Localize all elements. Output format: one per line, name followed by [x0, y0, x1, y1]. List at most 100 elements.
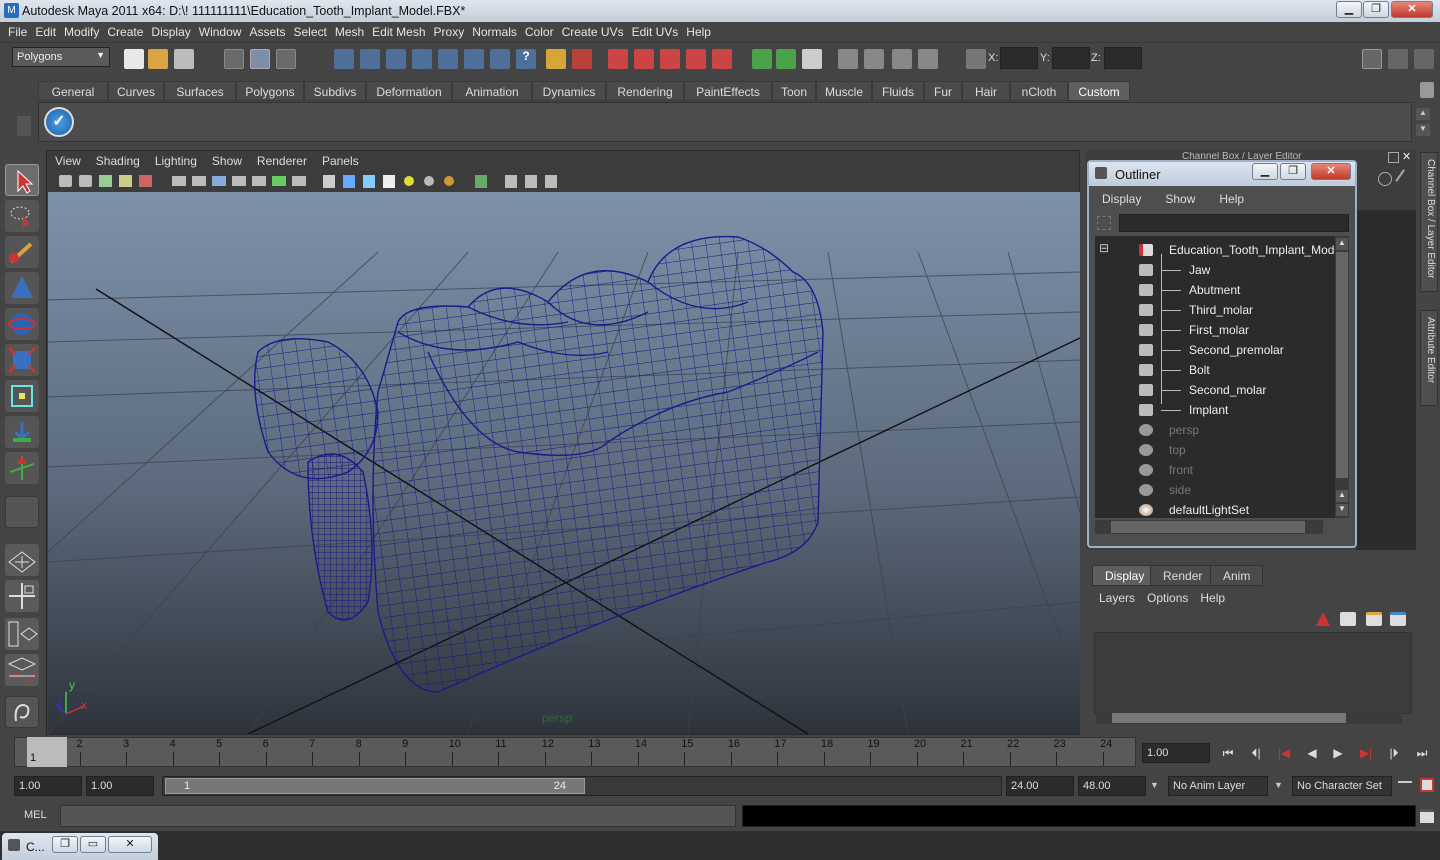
rename-icon[interactable]	[776, 49, 796, 69]
select-tool-icon[interactable]	[5, 164, 39, 196]
shelf-tab-fur[interactable]: Fur	[924, 81, 962, 101]
viewport-toolbar-icons[interactable]	[47, 171, 567, 191]
scene-canvas[interactable]	[48, 192, 1080, 734]
step-back-frame-icon[interactable]: ⏴|	[1246, 743, 1266, 763]
shelf-tab-hair[interactable]: Hair	[962, 81, 1010, 101]
menu-mesh[interactable]: Mesh	[331, 22, 368, 39]
minimized-maximize-button[interactable]: ▭	[80, 836, 106, 853]
shelf-tab-curves[interactable]: Curves	[108, 81, 164, 101]
minimize-button[interactable]: ▁	[1336, 1, 1362, 18]
outliner-vscroll-up-icon[interactable]: ▲	[1336, 238, 1348, 250]
hypershade-icon[interactable]	[686, 49, 706, 69]
maximize-button[interactable]: ❐	[1363, 1, 1389, 18]
outliner-row[interactable]: Bolt	[1095, 360, 1335, 380]
outliner-row[interactable]: First_molar	[1095, 320, 1335, 340]
menu-edit[interactable]: Edit	[31, 22, 60, 39]
input-line-icon[interactable]	[752, 49, 772, 69]
menu-modify[interactable]: Modify	[60, 22, 103, 39]
layer-tab-render[interactable]: Render	[1150, 565, 1216, 586]
menu-normals[interactable]: Normals	[468, 22, 521, 39]
viewport-menu-view[interactable]: View	[47, 151, 88, 168]
shelf-tab-custom[interactable]: Custom	[1068, 81, 1130, 101]
close-button[interactable]: ✕	[1391, 1, 1433, 18]
outliner-close-button[interactable]: ✕	[1311, 163, 1351, 180]
start-time-field[interactable]: 1.00	[14, 776, 82, 796]
outliner-hscroll[interactable]	[1095, 520, 1323, 534]
shelf-check-icon[interactable]: ✓	[44, 107, 74, 137]
render-settings-icon[interactable]	[660, 49, 680, 69]
soft-mod-icon[interactable]	[5, 416, 39, 448]
outliner-row[interactable]: Abutment	[1095, 280, 1335, 300]
pen-icon[interactable]	[1395, 169, 1415, 189]
ruler-icon[interactable]	[918, 49, 938, 69]
sculpt-icon[interactable]	[864, 49, 884, 69]
outliner-minimize-button[interactable]: ▁	[1252, 163, 1278, 180]
y-field[interactable]	[1052, 47, 1090, 69]
menu-select[interactable]: Select	[289, 22, 330, 39]
outliner-row[interactable]: Second_premolar	[1095, 340, 1335, 360]
anim-layer-select[interactable]: No Anim Layer	[1168, 776, 1268, 796]
shelf-tab-deformation[interactable]: Deformation	[366, 81, 452, 101]
menu-window[interactable]: Window	[195, 22, 246, 39]
step-forward-frame-icon[interactable]: |⏵	[1384, 743, 1404, 763]
menu-create[interactable]: Create	[103, 22, 147, 39]
shelf-tab-painteffects[interactable]: PaintEffects	[684, 81, 772, 101]
menu-color[interactable]: Color	[521, 22, 558, 39]
viewport-menu-lighting[interactable]: Lighting	[147, 151, 204, 168]
shelf-tab-dynamics[interactable]: Dynamics	[532, 81, 606, 101]
end-time-field[interactable]: 48.00	[1078, 776, 1146, 796]
last-tool-icon[interactable]	[5, 496, 39, 528]
menu-proxy[interactable]: Proxy	[430, 22, 469, 39]
menu-display[interactable]: Display	[147, 22, 194, 39]
outliner-filter-icon[interactable]	[1097, 216, 1111, 230]
layer-menu-help[interactable]: Help	[1194, 589, 1231, 605]
lasso-tool-icon[interactable]	[5, 200, 39, 232]
viewport-menu-renderer[interactable]: Renderer	[249, 151, 314, 168]
viewport-menu-show[interactable]: Show	[204, 151, 249, 168]
shelf-tab-polygons[interactable]: Polygons	[236, 81, 304, 101]
shelf-scroll-down-icon[interactable]: ▼	[1416, 124, 1430, 136]
clipboard-icon[interactable]	[802, 49, 822, 69]
show-channel-box-icon[interactable]	[1362, 49, 1382, 69]
snap-plane-icon[interactable]	[412, 49, 432, 69]
shelf-tab-general[interactable]: General	[38, 81, 108, 101]
outliner-menu-show[interactable]: Show	[1152, 190, 1206, 206]
shelf-tab-rendering[interactable]: Rendering	[606, 81, 684, 101]
render-frame-icon[interactable]	[608, 49, 628, 69]
mode-select[interactable]: Polygons ▼	[12, 47, 110, 67]
open-scene-icon[interactable]	[148, 49, 168, 69]
menu-file[interactable]: File	[4, 22, 31, 39]
channel-box-close-icon[interactable]: ✕	[1402, 151, 1414, 163]
scale-tool-icon[interactable]	[5, 344, 39, 376]
outliner-vscroll-bottom-icon[interactable]: ▼	[1336, 504, 1348, 516]
show-manip-icon[interactable]	[5, 452, 39, 484]
snap-surface-icon[interactable]	[438, 49, 458, 69]
channel-box-float-icon[interactable]	[1388, 152, 1399, 163]
outliner-menu-display[interactable]: Display	[1089, 190, 1152, 206]
current-time-field[interactable]: 1.00	[1142, 743, 1210, 763]
outliner-row[interactable]: Second_molar	[1095, 380, 1335, 400]
menu-create-uvs[interactable]: Create UVs	[558, 22, 628, 39]
layer-tab-display[interactable]: Display	[1092, 565, 1158, 586]
time-slider-track[interactable]: 123456789101112131415161718192021222324	[14, 737, 1136, 767]
z-field[interactable]	[1104, 47, 1142, 69]
hypershade-layout-icon[interactable]	[5, 696, 39, 728]
menu-edit-mesh[interactable]: Edit Mesh	[368, 22, 429, 39]
shelf-scroll-up-icon[interactable]: ▲	[1416, 108, 1430, 120]
layer-tab-anim[interactable]: Anim	[1210, 565, 1264, 586]
shelf-tab-subdivs[interactable]: Subdivs	[304, 81, 366, 101]
move-layer-up-icon[interactable]	[1316, 612, 1330, 626]
outliner-row[interactable]: Jaw	[1095, 260, 1335, 280]
lock-icon[interactable]	[546, 49, 566, 69]
viewport-menu-shading[interactable]: Shading	[88, 151, 147, 168]
auto-key-icon[interactable]	[1398, 781, 1412, 789]
layer-menu-layers[interactable]: Layers	[1092, 589, 1141, 605]
outliner-maximize-button[interactable]: ❐	[1280, 163, 1306, 180]
outliner-vscroll[interactable]: ▲ ▲ ▼	[1335, 236, 1349, 518]
side-tab-channel-box[interactable]: Channel Box / Layer Editor	[1420, 152, 1438, 292]
outliner-vscroll-thumb[interactable]	[1336, 252, 1348, 478]
ipr-render-icon[interactable]	[634, 49, 654, 69]
persp-outliner-layout-icon[interactable]	[5, 618, 39, 650]
menu-help[interactable]: Help	[682, 22, 715, 39]
menu-edit-uvs[interactable]: Edit UVs	[628, 22, 683, 39]
